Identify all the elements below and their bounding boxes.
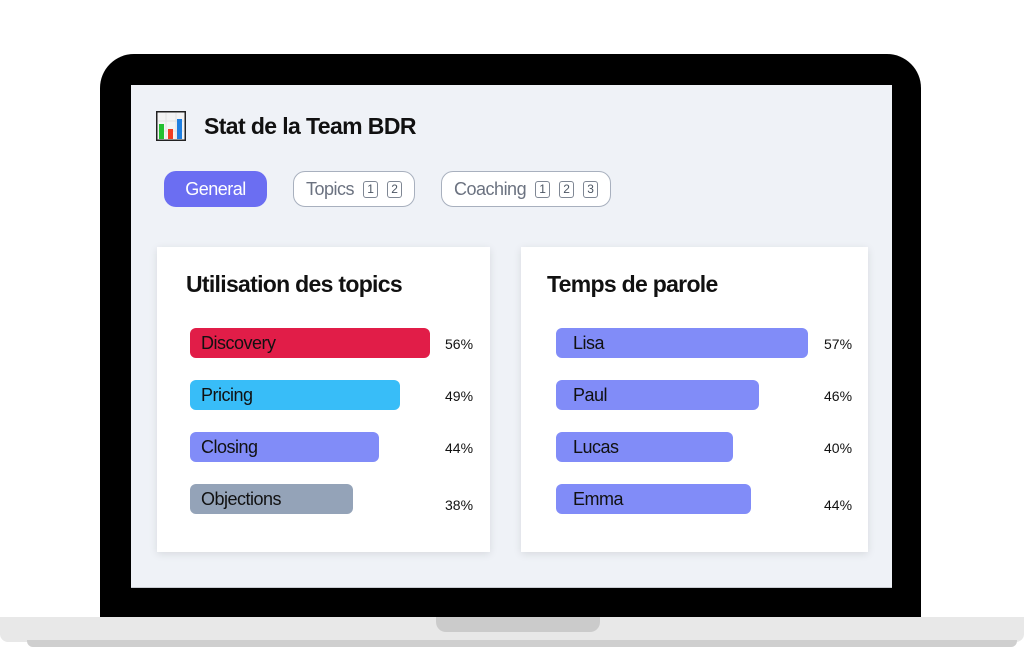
bar-lisa: Lisa [556,328,808,358]
bar-row: Discovery 56% [157,328,490,380]
tab-general[interactable]: General [164,171,267,207]
bar-closing: Closing [190,432,379,462]
topics-usage-card: Utilisation des topics Discovery 56% Prici… [157,247,490,552]
bar-objections: Objections [190,484,353,514]
bar-row: Pricing 49% [157,380,490,432]
laptop-base-shadow [27,640,1017,647]
bar-value-label: 57% [824,336,853,352]
tab-label: Topics [306,178,355,199]
bar-row: Lisa 57% [521,328,868,380]
bar-row: Objections 38% [157,484,490,536]
page-title: Stat de la Team BDR [204,112,416,139]
tab-coaching[interactable]: Coaching 1 2 3 [441,171,612,207]
card-title: Temps de parole [547,271,718,297]
bar-paul: Paul [556,380,759,410]
tab-label: Coaching [454,178,527,199]
tab-bar: General Topics 1 2 Coaching 1 2 3 [164,171,637,207]
bar-pricing: Pricing [190,380,400,410]
speaking-time-card: Temps de parole Lisa 57% Paul 46% Lucas 40% Em… [521,247,868,552]
tab-topics[interactable]: Topics 1 2 [293,171,416,207]
bar-value-label: 46% [824,388,853,404]
card-title: Utilisation des topics [186,271,403,297]
laptop-screen: Stat de la Team BDR General Topics 1 2 C… [131,85,892,588]
tab-badge[interactable]: 3 [583,180,599,198]
bar-emma: Emma [556,484,751,514]
bar-row: Lucas 40% [521,432,868,484]
tab-badge[interactable]: 2 [387,180,403,198]
tab-badge[interactable]: 1 [363,180,379,198]
bar-value-label: 44% [445,440,474,456]
bar-row: Closing 44% [157,432,490,484]
bar-chart-icon [156,111,186,141]
bar-value-label: 56% [445,336,474,352]
laptop-notch [436,617,600,632]
tab-badge[interactable]: 1 [535,180,551,198]
bar-value-label: 44% [824,497,853,513]
tab-badge[interactable]: 2 [559,180,575,198]
bar-list: Lisa 57% Paul 46% Lucas 40% Emma 44% [521,328,868,536]
tab-label: General [185,178,246,199]
bar-row: Emma 44% [521,484,868,536]
bar-row: Paul 46% [521,380,868,432]
bar-list: Discovery 56% Pricing 49% Closing 44% Objectio… [157,328,490,536]
bar-value-label: 40% [824,440,853,456]
bar-value-label: 38% [445,497,474,513]
bar-value-label: 49% [445,388,474,404]
bar-discovery: Discovery [190,328,430,358]
header: Stat de la Team BDR [156,111,416,141]
bar-lucas: Lucas [556,432,733,462]
